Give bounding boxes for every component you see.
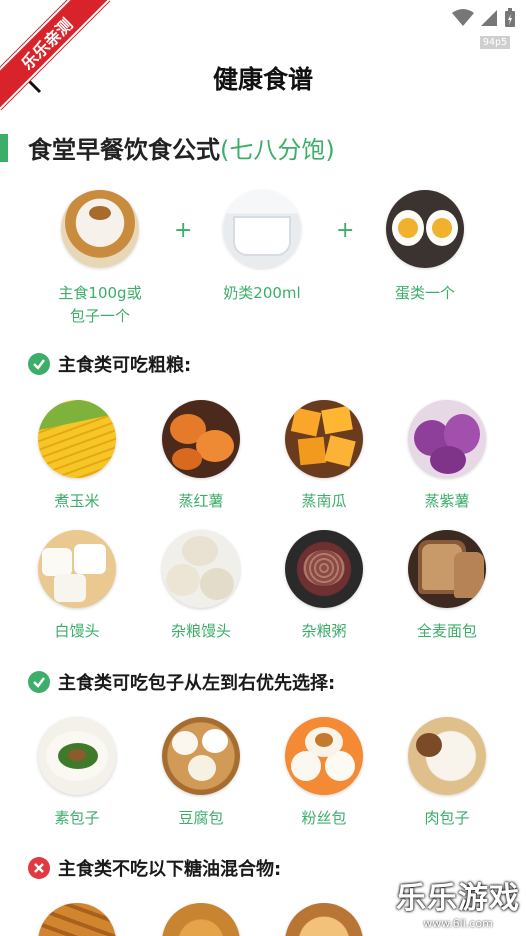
food-label: 煮玉米 bbox=[54, 492, 100, 510]
food-row: 白馒头 杂粮馒头 杂粮粥 全麦面包 bbox=[0, 530, 526, 640]
food-item: 全麦面包 bbox=[392, 530, 502, 641]
formula-title-accent: (七八分饱) bbox=[220, 136, 335, 164]
vermicelli-bun-image bbox=[285, 717, 363, 795]
food-label: 白馒头 bbox=[54, 622, 100, 640]
food-item: 素包子 bbox=[22, 717, 132, 828]
cross-icon bbox=[28, 857, 50, 879]
grain-bun-image bbox=[162, 530, 240, 608]
section-heading-coarse-grains: 主食类可吃粗粮: bbox=[28, 350, 191, 378]
food-label: 蒸紫薯 bbox=[424, 492, 470, 510]
watermark-brand: 乐乐游戏 bbox=[396, 881, 520, 916]
fried-pastry-image bbox=[285, 903, 363, 936]
food-row: 素包子 豆腐包 粉丝包 肉包子 bbox=[0, 717, 526, 827]
corner-ribbon: 乐乐亲测 bbox=[0, 0, 110, 110]
status-icons bbox=[452, 8, 516, 28]
food-label: 杂粮馒头 bbox=[170, 622, 231, 640]
fps-counter: 94p5 bbox=[479, 36, 510, 49]
bread-image bbox=[408, 530, 486, 608]
formula-item-staple: 主食100g或 包子一个 bbox=[20, 190, 180, 328]
food-label: 全麦面包 bbox=[416, 622, 477, 640]
formula-item-label: 主食100g或 包子一个 bbox=[58, 284, 142, 325]
formula-item-label: 奶类200ml bbox=[223, 284, 301, 302]
formula-row: 主食100g或 包子一个 + 奶类200ml + 蛋类一个 bbox=[0, 190, 526, 340]
food-item: 蒸紫薯 bbox=[392, 400, 502, 511]
porridge-image bbox=[285, 530, 363, 608]
food-item: 杂粮粥 bbox=[269, 530, 379, 641]
corn-image bbox=[38, 400, 116, 478]
section-heading-text: 主食类可吃粗粮: bbox=[58, 355, 192, 376]
corner-ribbon-text: 乐乐亲测 bbox=[0, 0, 110, 110]
sweet-potato-image bbox=[162, 400, 240, 478]
food-item: 蒸红薯 bbox=[146, 400, 256, 511]
formula-item-milk: 奶类200ml bbox=[182, 190, 342, 305]
check-icon bbox=[28, 671, 50, 693]
food-item: 粉丝包 bbox=[269, 717, 379, 828]
food-item bbox=[146, 903, 256, 936]
formula-title-text: 食堂早餐饮食公式 bbox=[28, 136, 220, 164]
formula-item-label: 蛋类一个 bbox=[394, 284, 455, 302]
food-item: 豆腐包 bbox=[146, 717, 256, 828]
sesame-ball-image bbox=[162, 903, 240, 936]
battery-icon bbox=[505, 8, 515, 27]
brand-watermark: 乐乐游戏 www.6ll.com bbox=[396, 873, 520, 930]
food-item: 肉包子 bbox=[392, 717, 502, 828]
formula-title: 食堂早餐饮食公式(七八分饱) bbox=[28, 130, 335, 165]
food-label: 豆腐包 bbox=[178, 809, 224, 827]
tofu-bun-image bbox=[162, 717, 240, 795]
purple-potato-image bbox=[408, 400, 486, 478]
meat-bun-image bbox=[408, 717, 486, 795]
milk-image bbox=[223, 190, 301, 268]
fried-dough-image bbox=[38, 903, 116, 936]
food-item: 煮玉米 bbox=[22, 400, 132, 511]
formula-item-egg: 蛋类一个 bbox=[345, 190, 505, 305]
veg-bun-image bbox=[38, 717, 116, 795]
food-item: 蒸南瓜 bbox=[269, 400, 379, 511]
food-label: 素包子 bbox=[54, 809, 100, 827]
section-heading-avoid: 主食类不吃以下糖油混合物: bbox=[28, 854, 281, 882]
food-label: 肉包子 bbox=[424, 809, 470, 827]
section-heading-buns: 主食类可吃包子从左到右优先选择: bbox=[28, 668, 335, 696]
food-row: 煮玉米 蒸红薯 蒸南瓜 蒸紫薯 bbox=[0, 400, 526, 510]
wifi-icon bbox=[452, 9, 474, 26]
section-heading-text: 主食类不吃以下糖油混合物: bbox=[58, 859, 282, 880]
check-icon bbox=[28, 353, 50, 375]
food-item: 杂粮馒头 bbox=[146, 530, 256, 641]
food-label: 蒸南瓜 bbox=[301, 492, 347, 510]
signal-icon bbox=[481, 10, 497, 26]
pumpkin-image bbox=[285, 400, 363, 478]
food-label: 粉丝包 bbox=[301, 809, 347, 827]
steamed-bun-image bbox=[38, 530, 116, 608]
food-item bbox=[269, 903, 379, 936]
heading-accent-bar bbox=[0, 134, 8, 162]
food-label: 蒸红薯 bbox=[178, 492, 224, 510]
formula-heading: 食堂早餐饮食公式(七八分饱) bbox=[0, 130, 526, 166]
watermark-site: www.6ll.com bbox=[423, 917, 493, 930]
food-label: 杂粮粥 bbox=[301, 622, 347, 640]
bun-image bbox=[61, 190, 139, 268]
food-item bbox=[22, 903, 132, 936]
egg-image bbox=[386, 190, 464, 268]
section-heading-text: 主食类可吃包子从左到右优先选择: bbox=[58, 673, 336, 694]
food-item: 白馒头 bbox=[22, 530, 132, 641]
